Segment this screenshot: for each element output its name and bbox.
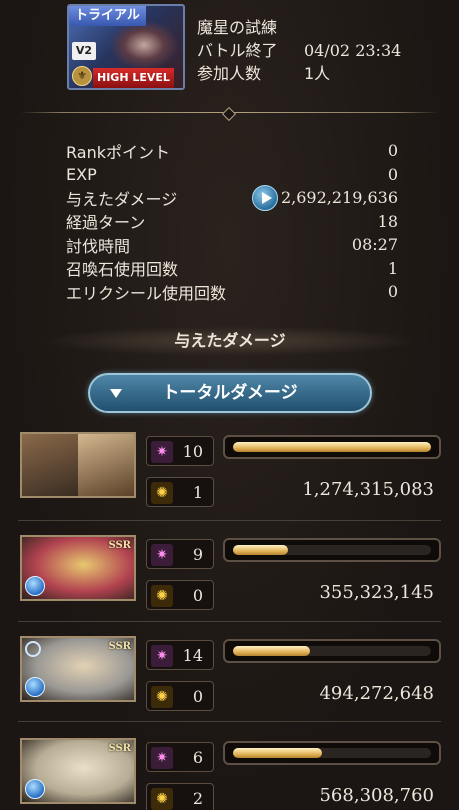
ougi-burst-icon: ✺ bbox=[151, 482, 173, 504]
damage-bar-fill bbox=[233, 442, 431, 452]
boss-illustration bbox=[109, 20, 179, 70]
party-member-row[interactable]: SSR ✷ 14 ✺ 0 494,272,648 bbox=[18, 636, 441, 728]
participants-value: 1人 bbox=[304, 64, 331, 83]
damage-bar-fill bbox=[233, 545, 289, 555]
stat-label: 与えたダメージ bbox=[66, 189, 178, 209]
ougi-count: 2 bbox=[192, 789, 203, 808]
skill-star-icon: ✷ bbox=[151, 544, 173, 566]
trial-tag: トライアル bbox=[69, 6, 146, 26]
damage-value: 494,272,648 bbox=[319, 683, 434, 704]
party-member-row[interactable]: SSR ✷ 6 ✺ 2 568,308,760 bbox=[18, 738, 441, 810]
stat-value: 18 bbox=[377, 211, 398, 231]
party-member-row[interactable]: ✷ 10 ✺ 1 1,274,315,083 bbox=[18, 432, 441, 524]
stat-value: 1 bbox=[387, 258, 398, 278]
high-level-tag: HIGH LEVEL bbox=[93, 68, 174, 88]
stat-label: EXP bbox=[66, 164, 97, 184]
skill-count: 9 bbox=[192, 545, 203, 564]
row-divider bbox=[18, 621, 441, 622]
stat-turns: 経過ターン 18 bbox=[66, 210, 398, 234]
quest-banner-image: トライアル V2 ⚜ HIGH LEVEL bbox=[67, 4, 185, 90]
skill-count-box: ✷ 14 bbox=[146, 640, 214, 670]
skill-count-box: ✷ 9 bbox=[146, 539, 214, 569]
damage-bar bbox=[223, 435, 441, 459]
skill-count: 10 bbox=[182, 442, 203, 461]
stat-label: 討伐時間 bbox=[66, 236, 131, 256]
skill-count: 6 bbox=[192, 748, 203, 767]
stat-value: 2,692,219,636 bbox=[280, 188, 398, 208]
stat-damage: 与えたダメージ 2,692,219,636 bbox=[66, 185, 398, 211]
battle-end-row: バトル終了 04/02 23:34 bbox=[197, 39, 401, 62]
skill-star-icon: ✷ bbox=[151, 441, 173, 463]
stat-rank-points: Rankポイント 0 bbox=[66, 139, 398, 163]
skill-count-box: ✷ 6 bbox=[146, 742, 214, 772]
ssr-badge-icon: SSR bbox=[108, 743, 131, 754]
skill-count-box: ✷ 10 bbox=[146, 436, 214, 466]
stat-elixirs: エリクシール使用回数 0 bbox=[66, 280, 398, 304]
skill-count: 14 bbox=[182, 646, 203, 665]
ougi-count: 0 bbox=[192, 687, 203, 706]
damage-type-dropdown[interactable]: トータルダメージ bbox=[88, 373, 372, 413]
stat-value: 08:27 bbox=[351, 235, 398, 255]
ougi-burst-icon: ✺ bbox=[151, 788, 173, 810]
damage-bar bbox=[223, 639, 441, 663]
version-tag: V2 bbox=[72, 42, 96, 60]
character-portrait[interactable]: SSR bbox=[20, 535, 136, 601]
stat-label: 召喚石使用回数 bbox=[66, 260, 179, 280]
party-member-row[interactable]: SSR ✷ 9 ✺ 0 355,323,145 bbox=[18, 535, 441, 627]
water-element-icon bbox=[25, 576, 45, 596]
ougi-count: 1 bbox=[192, 483, 203, 502]
battle-end-value: 04/02 23:34 bbox=[304, 41, 402, 60]
skill-star-icon: ✷ bbox=[151, 645, 173, 667]
ougi-count-box: ✺ 0 bbox=[146, 580, 214, 610]
stat-exp: EXP 0 bbox=[66, 163, 398, 187]
ougi-count-box: ✺ 1 bbox=[146, 477, 214, 507]
damage-value: 1,274,315,083 bbox=[302, 479, 434, 500]
battle-end-label: バトル終了 bbox=[197, 41, 278, 60]
stat-summons: 召喚石使用回数 1 bbox=[66, 257, 398, 281]
stat-label: エリクシール使用回数 bbox=[66, 283, 227, 303]
quest-name: 魔星の試練 bbox=[197, 18, 278, 37]
water-element-icon bbox=[25, 779, 45, 799]
ougi-count-box: ✺ 0 bbox=[146, 681, 214, 711]
quest-info: 魔星の試練 バトル終了 04/02 23:34 参加人数 1人 bbox=[197, 16, 401, 85]
stat-value: 0 bbox=[387, 141, 398, 161]
chevron-down-icon bbox=[110, 389, 122, 398]
stat-label: Rankポイント bbox=[66, 142, 170, 162]
damage-type-label: トータルダメージ bbox=[162, 383, 298, 403]
portrait-left bbox=[22, 434, 78, 496]
stat-value: 0 bbox=[387, 282, 398, 302]
ougi-burst-icon: ✺ bbox=[151, 686, 173, 708]
damage-value: 568,308,760 bbox=[319, 785, 434, 806]
portrait-right bbox=[78, 434, 134, 496]
row-divider bbox=[18, 520, 441, 521]
damage-value: 355,323,145 bbox=[319, 582, 434, 603]
participants-row: 参加人数 1人 bbox=[197, 62, 401, 85]
character-portrait[interactable] bbox=[20, 432, 136, 498]
stat-label: 経過ターン bbox=[66, 213, 146, 233]
damage-detail-play-icon[interactable] bbox=[252, 185, 278, 211]
ougi-burst-icon: ✺ bbox=[151, 585, 173, 607]
damage-bar-fill bbox=[233, 646, 311, 656]
ougi-count: 0 bbox=[192, 586, 203, 605]
level-badge-icon: ⚜ bbox=[72, 66, 92, 86]
ougi-count-box: ✺ 2 bbox=[146, 783, 214, 810]
damage-bar bbox=[223, 538, 441, 562]
damage-bar-fill bbox=[233, 748, 323, 758]
row-divider bbox=[18, 721, 441, 722]
ssr-badge-icon: SSR bbox=[108, 641, 131, 652]
water-element-icon bbox=[25, 677, 45, 697]
damage-bar bbox=[223, 741, 441, 765]
section-title: 与えたダメージ bbox=[40, 326, 420, 356]
participants-label: 参加人数 bbox=[197, 64, 262, 83]
quest-header: トライアル V2 ⚜ HIGH LEVEL 魔星の試練 バトル終了 04/02 … bbox=[0, 0, 459, 100]
character-portrait[interactable]: SSR bbox=[20, 636, 136, 702]
stat-time: 討伐時間 08:27 bbox=[66, 233, 398, 257]
ornamental-divider bbox=[20, 109, 439, 117]
result-stats: Rankポイント 0 EXP 0 与えたダメージ 2,692,219,636 経… bbox=[66, 139, 398, 304]
skill-star-icon: ✷ bbox=[151, 747, 173, 769]
ssr-badge-icon: SSR bbox=[108, 540, 131, 551]
stat-value: 0 bbox=[387, 164, 398, 184]
character-portrait[interactable]: SSR bbox=[20, 738, 136, 804]
ring-icon bbox=[25, 641, 41, 657]
